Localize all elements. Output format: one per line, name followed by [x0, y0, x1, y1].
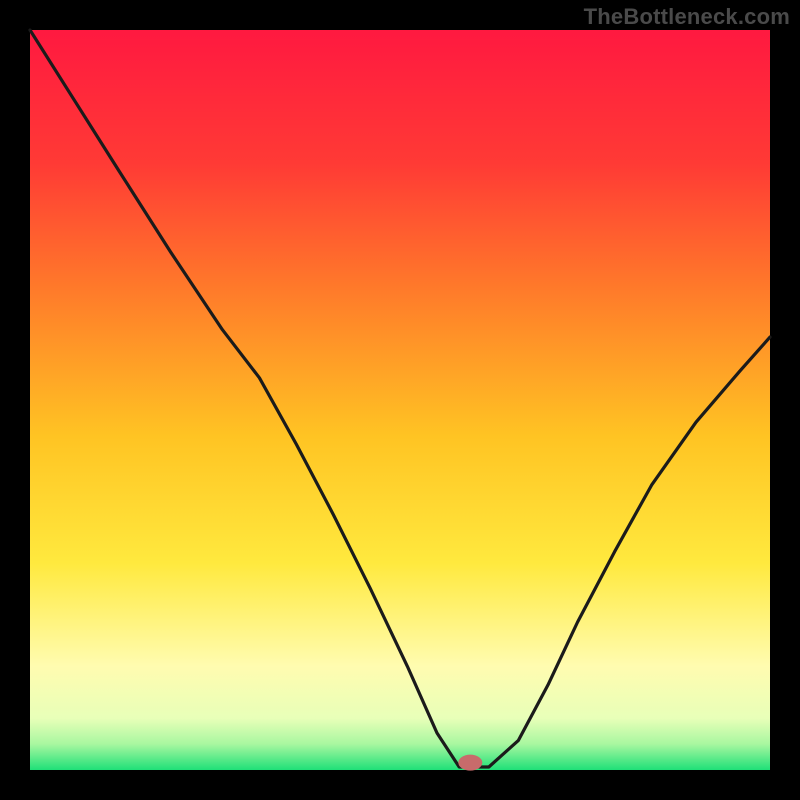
- optimal-marker: [458, 755, 482, 771]
- plot-background: [30, 30, 770, 770]
- bottleneck-chart: [0, 0, 800, 800]
- chart-stage: TheBottleneck.com: [0, 0, 800, 800]
- watermark-text: TheBottleneck.com: [584, 4, 790, 30]
